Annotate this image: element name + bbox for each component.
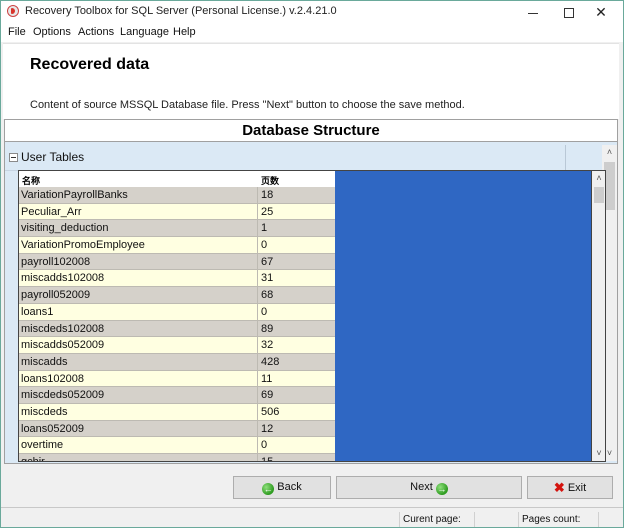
arrow-left-icon: ← [262, 483, 275, 495]
page-count-cell: 15 [257, 454, 335, 461]
table-row[interactable]: miscadds052009 32 [19, 337, 335, 354]
table-name-cell: loans102008 [21, 372, 85, 385]
page-count-cell: 506 [257, 403, 335, 420]
page-count-cell: 89 [257, 320, 335, 337]
scroll-up-icon[interactable]: ˄ [592, 171, 605, 186]
back-button[interactable]: ← Back [233, 476, 331, 499]
page-count-cell: 68 [257, 287, 335, 303]
page-count-cell: 32 [257, 337, 335, 353]
collapse-icon[interactable] [9, 153, 18, 162]
table-name-cell: visiting_deduction [21, 222, 109, 235]
menu-file[interactable]: File [7, 26, 27, 38]
table-name-cell: loans1 [21, 305, 54, 318]
title-bar: Recovery Toolbox for SQL Server (Persona… [1, 1, 623, 23]
close-icon: ✕ [595, 4, 607, 20]
menu-bar: File Options Actions Language Help [1, 23, 623, 42]
table-row[interactable]: loans1 0 [19, 303, 335, 321]
menu-help[interactable]: Help [172, 26, 197, 38]
table-name-cell: loans052009 [21, 422, 85, 435]
table-row[interactable]: miscdeds052009 69 [19, 387, 335, 404]
current-page-value [474, 512, 518, 527]
page-count-cell: 69 [257, 387, 335, 403]
page-count-cell: 0 [257, 437, 335, 453]
scroll-thumb[interactable] [594, 187, 604, 203]
exit-x-icon: ✖ [553, 480, 565, 495]
table-row[interactable]: overtime 0 [19, 437, 335, 454]
table-row[interactable]: VariationPromoEmployee 0 [19, 237, 335, 254]
grid-vertical-scrollbar[interactable]: ˄ ˅ [591, 171, 605, 461]
table-row[interactable]: miscdeds102008 89 [19, 320, 335, 338]
table-row[interactable]: loans102008 11 [19, 370, 335, 388]
database-tree-panel: User Tables ˄ ˅ 名称 页数 VariationPayrollBa… [4, 142, 618, 464]
page-count-cell: 0 [257, 303, 335, 320]
minimize-icon [528, 12, 538, 14]
next-button-label: Next [410, 481, 433, 493]
page-count-cell: 428 [257, 353, 335, 370]
database-structure-heading: Database Structure [4, 119, 618, 142]
app-window: Recovery Toolbox for SQL Server (Persona… [0, 0, 624, 528]
table-row[interactable]: miscdeds 506 [19, 403, 335, 421]
page-description: Content of source MSSQL Database file. P… [30, 99, 465, 111]
table-name-cell: VariationPromoEmployee [21, 239, 145, 252]
page-count-cell: 31 [257, 270, 335, 287]
table-row[interactable]: visiting_deduction 1 [19, 220, 335, 238]
page-count-cell: 11 [257, 370, 335, 387]
page-count-cell: 18 [257, 187, 335, 203]
exit-button-label: Exit [567, 482, 587, 494]
page-title: Recovered data [30, 56, 150, 73]
table-row[interactable]: Peculiar_Arr 25 [19, 203, 335, 221]
table-row[interactable]: VariationPayrollBanks 18 [19, 187, 335, 204]
table-name-cell: miscdeds [21, 405, 68, 418]
scroll-down-icon[interactable]: ˅ [592, 446, 605, 461]
table-name-cell: gchir [21, 456, 45, 462]
current-page-label: Curent page: [399, 512, 474, 527]
app-logo-icon [7, 5, 19, 17]
table-name-cell: payroll052009 [21, 289, 91, 302]
grid-header-row: 名称 页数 [19, 171, 335, 187]
exit-button[interactable]: ✖ Exit [527, 476, 613, 499]
arrow-right-icon: → [435, 483, 448, 495]
next-button[interactable]: Next → [336, 476, 522, 499]
table-name-cell: Peculiar_Arr [21, 205, 82, 218]
window-title: Recovery Toolbox for SQL Server (Persona… [25, 5, 337, 17]
grid-empty-area [335, 171, 591, 461]
table-name-cell: miscdeds052009 [21, 389, 105, 402]
page-count-cell: 67 [257, 253, 335, 270]
menu-actions[interactable]: Actions [77, 26, 115, 38]
status-bar: Curent page: Pages count: [1, 512, 623, 527]
table-name-cell: miscadds [21, 355, 68, 368]
table-name-cell: overtime [21, 439, 64, 452]
table-row[interactable]: payroll102008 67 [19, 253, 335, 271]
pages-count-label: Pages count: [518, 512, 598, 527]
pages-count-value [598, 512, 623, 527]
scroll-up-icon[interactable]: ˄ [602, 145, 617, 160]
divider [1, 507, 623, 508]
maximize-icon [564, 8, 574, 19]
table-row[interactable]: gchir 15 [19, 454, 335, 462]
back-button-label: Back [277, 481, 302, 493]
page-count-cell: 0 [257, 237, 335, 253]
table-name-cell: miscadds052009 [21, 339, 105, 352]
grid-rows: VariationPayrollBanks 18 Peculiar_Arr 25 vis… [19, 187, 335, 462]
table-row[interactable]: loans052009 12 [19, 420, 335, 438]
menu-language[interactable]: Language [119, 26, 170, 38]
column-header-pages[interactable]: 页数 [261, 174, 279, 187]
menu-options[interactable]: Options [32, 26, 72, 38]
table-name-cell: payroll102008 [21, 255, 91, 268]
tree-node-user-tables[interactable]: User Tables [5, 145, 566, 171]
table-name-cell: miscdeds102008 [21, 322, 105, 335]
table-row[interactable]: miscadds102008 31 [19, 270, 335, 288]
table-row[interactable]: payroll052009 68 [19, 287, 335, 304]
table-name-cell: miscadds102008 [21, 272, 105, 285]
tree-node-label: User Tables [21, 150, 85, 164]
page-count-cell: 25 [257, 203, 335, 220]
close-button[interactable]: ✕ [579, 1, 623, 23]
wizard-header: Recovered data Content of source MSSQL D… [3, 43, 619, 119]
table-row[interactable]: miscadds 428 [19, 353, 335, 371]
page-count-cell: 12 [257, 420, 335, 437]
table-name-cell: VariationPayrollBanks [21, 189, 128, 201]
page-count-cell: 1 [257, 220, 335, 237]
tables-grid: 名称 页数 VariationPayrollBanks 18 Peculiar_Ar… [18, 170, 606, 462]
column-header-name[interactable]: 名称 [22, 174, 40, 187]
